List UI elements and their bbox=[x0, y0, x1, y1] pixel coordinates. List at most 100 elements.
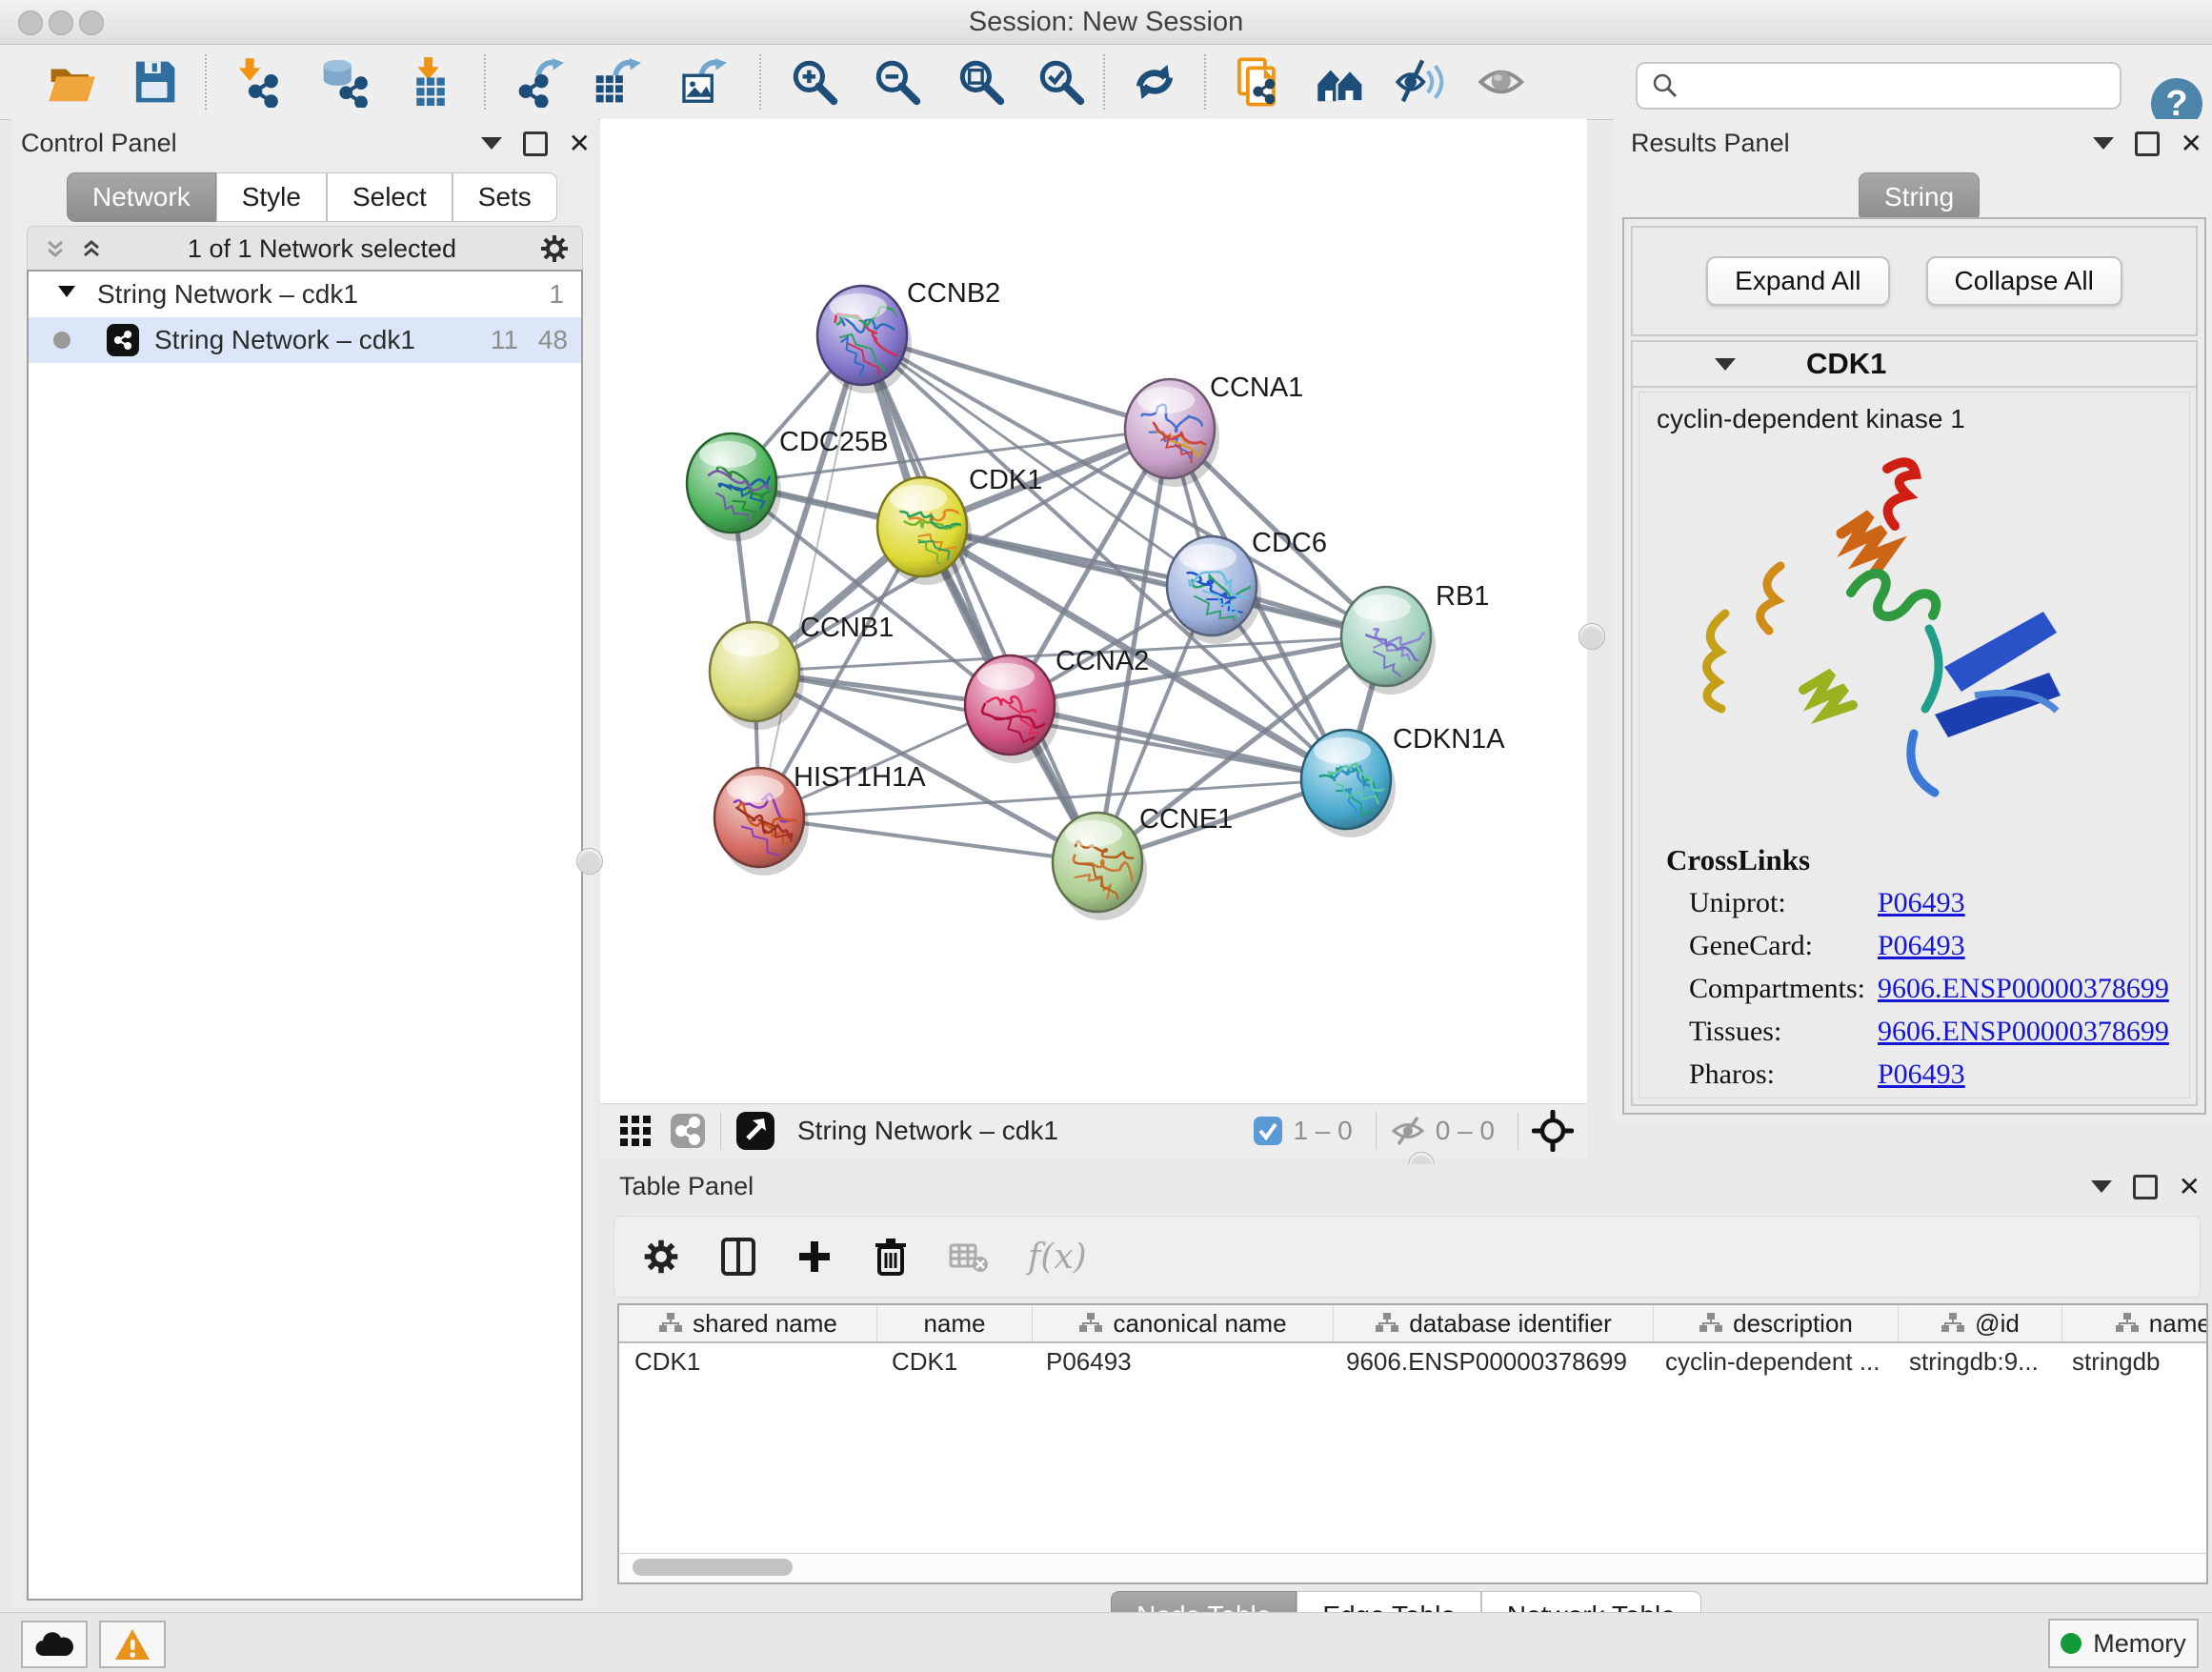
table-gear-icon[interactable] bbox=[641, 1237, 681, 1277]
string-home-icon[interactable] bbox=[1312, 52, 1371, 111]
table-panel: Table Panel ✕ bbox=[600, 1164, 2212, 1612]
panel-float-icon[interactable] bbox=[2133, 1175, 2158, 1199]
network-tree-row[interactable]: String Network – cdk11 bbox=[29, 272, 581, 317]
import-table-icon[interactable] bbox=[402, 52, 461, 111]
crosslink-label: GeneCard: bbox=[1689, 930, 1878, 962]
column-header-database-identifier[interactable]: database identifier bbox=[1334, 1305, 1654, 1341]
crosslink-link[interactable]: P06493 bbox=[1878, 1058, 1965, 1090]
hidden-eye-icon[interactable] bbox=[1390, 1113, 1426, 1149]
open-session-icon[interactable] bbox=[42, 52, 101, 111]
collapse-all-icon[interactable] bbox=[41, 234, 70, 263]
scrollbar-thumb[interactable] bbox=[633, 1559, 793, 1576]
gear-icon[interactable] bbox=[538, 232, 571, 265]
crosslink-link[interactable]: P06493 bbox=[1878, 887, 1965, 918]
network-node[interactable]: CCNB1 bbox=[710, 613, 894, 730]
crosslink-link[interactable]: P06493 bbox=[1878, 930, 1965, 961]
save-session-icon[interactable] bbox=[125, 52, 184, 111]
network-share-icon[interactable] bbox=[669, 1112, 707, 1150]
network-node[interactable]: CCNE1 bbox=[1053, 804, 1233, 920]
panel-close-icon[interactable]: ✕ bbox=[569, 134, 591, 153]
panel-float-icon[interactable] bbox=[2135, 131, 2160, 156]
network-node[interactable]: CDC6 bbox=[1167, 528, 1327, 644]
node-table[interactable]: shared namename canonical name database … bbox=[617, 1303, 2208, 1555]
tree-collapse-icon[interactable] bbox=[55, 279, 78, 310]
network-edge[interactable] bbox=[759, 817, 1097, 862]
import-network-database-icon[interactable] bbox=[314, 52, 373, 111]
column-header-shared-name[interactable]: shared name bbox=[619, 1305, 877, 1341]
network-node[interactable]: CDK1 bbox=[877, 465, 1042, 585]
network-node[interactable]: HIST1H1A bbox=[714, 762, 926, 876]
node-label: CCNB2 bbox=[907, 278, 1000, 309]
left-splitter-handle[interactable] bbox=[576, 848, 603, 875]
apply-layout-icon[interactable] bbox=[1125, 52, 1184, 111]
cloud-button[interactable] bbox=[21, 1621, 88, 1668]
column-header-namespace[interactable]: namespace bbox=[2062, 1305, 2208, 1341]
panel-float-icon[interactable] bbox=[523, 131, 548, 156]
node-label: CDC25B bbox=[779, 427, 888, 457]
crosslink-link[interactable]: 9606.ENSP00000378699 bbox=[1878, 973, 2169, 1004]
column-header-canonical-name[interactable]: canonical name bbox=[1033, 1305, 1334, 1341]
string-network-icon[interactable] bbox=[1228, 52, 1287, 111]
panel-menu-icon[interactable] bbox=[2093, 137, 2114, 150]
add-column-icon[interactable] bbox=[795, 1238, 834, 1276]
zoom-out-icon[interactable] bbox=[868, 52, 927, 111]
network-node[interactable]: RB1 bbox=[1341, 581, 1489, 695]
export-table-icon[interactable] bbox=[586, 52, 645, 111]
network-selection-bar: 1 of 1 Network selected bbox=[27, 226, 583, 271]
search-box[interactable] bbox=[1636, 62, 2122, 110]
gene-description: cyclin-dependent kinase 1 bbox=[1657, 404, 2189, 434]
selected-checkbox-icon[interactable] bbox=[1253, 1116, 1283, 1146]
export-network-icon[interactable] bbox=[509, 52, 568, 111]
search-input[interactable] bbox=[1689, 71, 2120, 102]
memory-button[interactable]: Memory bbox=[2048, 1619, 2199, 1668]
tab-network[interactable]: Network bbox=[67, 172, 216, 222]
column-header-name[interactable]: name bbox=[877, 1305, 1033, 1341]
crosslink-row: Tissues: 9606.ENSP00000378699 bbox=[1689, 1016, 2189, 1048]
crosslink-link[interactable]: 9606.ENSP00000378699 bbox=[1878, 1016, 2169, 1047]
column-header-@id[interactable]: @id bbox=[1899, 1305, 2062, 1341]
panel-menu-icon[interactable] bbox=[481, 137, 502, 150]
network-node[interactable]: CDKN1A bbox=[1301, 724, 1505, 837]
tab-string[interactable]: String bbox=[1859, 172, 1980, 222]
network-tree-row[interactable]: String Network – cdk111 48 bbox=[29, 317, 581, 363]
crosslinks-title: CrossLinks bbox=[1666, 843, 2189, 877]
zoom-fit-icon[interactable] bbox=[952, 52, 1011, 111]
grid-view-icon[interactable] bbox=[617, 1113, 654, 1149]
zoom-selected-icon[interactable] bbox=[1032, 52, 1091, 111]
panel-menu-icon[interactable] bbox=[2091, 1180, 2112, 1193]
crosslink-label: Compartments: bbox=[1689, 973, 1878, 1005]
string-network-icon bbox=[107, 324, 139, 356]
string-hide-glass-icon[interactable] bbox=[1392, 52, 1451, 111]
show-columns-icon[interactable] bbox=[719, 1237, 757, 1277]
zoom-in-icon[interactable] bbox=[785, 52, 844, 111]
panel-close-icon[interactable]: ✕ bbox=[2179, 1178, 2201, 1197]
search-icon bbox=[1651, 71, 1679, 100]
node-label: HIST1H1A bbox=[794, 762, 926, 793]
fit-content-crosshair-icon[interactable] bbox=[1532, 1110, 1574, 1152]
network-node[interactable]: CDC25B bbox=[687, 427, 888, 541]
node-count: 11 bbox=[491, 325, 518, 355]
current-network-name: String Network – cdk1 bbox=[797, 1116, 1058, 1146]
collapse-gene-icon[interactable] bbox=[1715, 358, 1736, 371]
gene-header[interactable]: CDK1 bbox=[1633, 342, 2196, 388]
network-canvas[interactable]: CCNB2CCNA1CDC25BCDK1CDC6RB1CCNB1CCNA2CDK… bbox=[600, 119, 1587, 1103]
expand-all-button[interactable]: Expand All bbox=[1706, 256, 1889, 306]
tab-style[interactable]: Style bbox=[216, 172, 327, 222]
column-header-description[interactable]: description bbox=[1654, 1305, 1899, 1341]
table-row[interactable]: CDK1CDK1P064939606.ENSP00000378699cyclin… bbox=[619, 1343, 2206, 1380]
warning-button[interactable] bbox=[99, 1621, 166, 1668]
string-eye-icon[interactable] bbox=[1474, 52, 1533, 111]
collapse-all-button[interactable]: Collapse All bbox=[1926, 256, 2122, 306]
right-splitter-handle[interactable] bbox=[1579, 623, 1605, 650]
network-edge[interactable] bbox=[1010, 705, 1346, 779]
table-horizontal-scrollbar[interactable] bbox=[617, 1553, 2208, 1584]
import-network-icon[interactable] bbox=[228, 52, 287, 111]
delete-column-icon[interactable] bbox=[872, 1236, 910, 1278]
results-panel-title: Results Panel bbox=[1631, 129, 1790, 158]
export-image-icon[interactable] bbox=[672, 52, 731, 111]
expand-all-icon[interactable] bbox=[77, 234, 106, 263]
panel-close-icon[interactable]: ✕ bbox=[2181, 134, 2202, 153]
tab-sets[interactable]: Sets bbox=[452, 172, 557, 222]
tab-select[interactable]: Select bbox=[327, 172, 452, 222]
birds-eye-view-icon[interactable] bbox=[734, 1110, 776, 1152]
